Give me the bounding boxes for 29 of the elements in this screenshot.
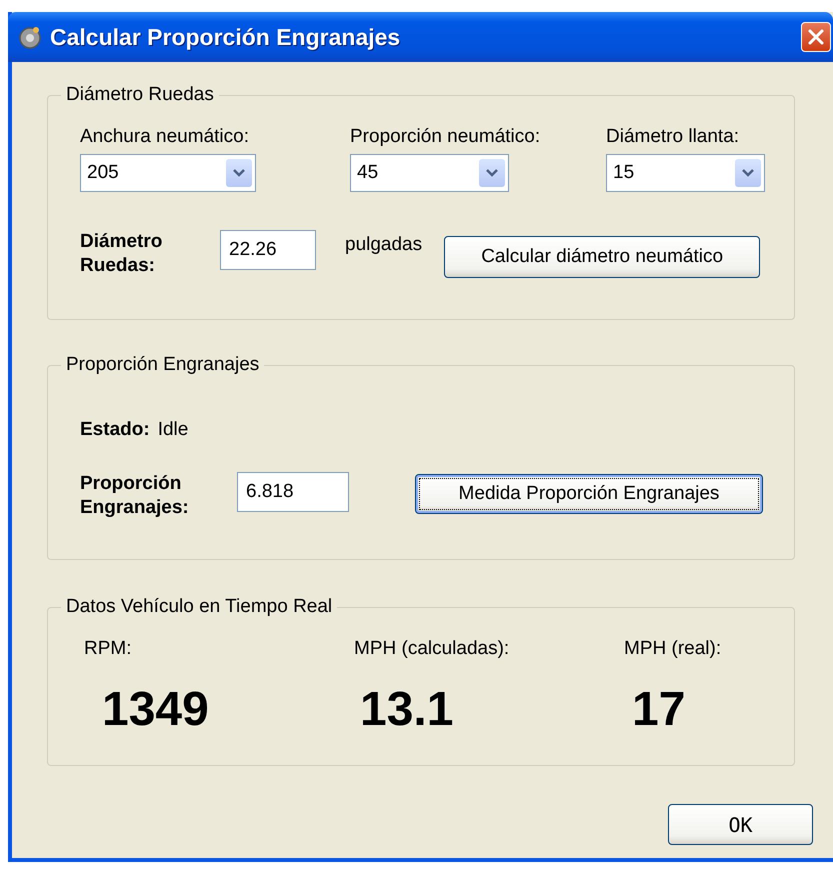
measure-button[interactable]: Medida Proporción Engranajes: [415, 474, 763, 514]
reading-value: 17: [632, 682, 686, 737]
field-label: Anchura neumático:: [80, 126, 250, 148]
ok-button[interactable]: OK: [668, 804, 813, 845]
window-title: Calcular Proporción Engranajes: [50, 24, 402, 50]
group-title: Datos Vehículo en Tiempo Real: [65, 596, 334, 618]
reading-label: MPH (calculadas):: [354, 638, 510, 660]
field-label: Proporción neumático:: [350, 126, 542, 148]
field-label: Diámetro llanta:: [606, 126, 740, 148]
text-field[interactable]: 6.818: [237, 472, 349, 512]
group-title: Proporción Engranajes: [65, 354, 260, 376]
dropdown[interactable]: 45: [350, 154, 509, 192]
calculate-button[interactable]: Calcular diámetro neumático: [444, 236, 760, 278]
reading-value: 1349: [102, 682, 210, 737]
wheel-icon: [18, 25, 42, 49]
unit-label: pulgadas: [345, 234, 422, 256]
status-value: Idle: [158, 418, 188, 442]
dropdown[interactable]: 15: [606, 154, 765, 192]
reading-label: MPH (real):: [624, 638, 722, 660]
group-title: Diámetro Ruedas: [65, 84, 215, 106]
close-icon[interactable]: [806, 27, 826, 47]
reading-label: RPM:: [84, 638, 132, 660]
status-label: Estado:: [80, 418, 150, 442]
text-field[interactable]: 22.26: [220, 230, 316, 270]
dropdown[interactable]: 205: [80, 154, 256, 192]
close-button[interactable]: [801, 22, 831, 52]
reading-value: 13.1: [360, 682, 454, 737]
field-label: Proporción Engranajes:: [80, 472, 190, 520]
field-label: Diámetro Ruedas:: [80, 230, 164, 278]
